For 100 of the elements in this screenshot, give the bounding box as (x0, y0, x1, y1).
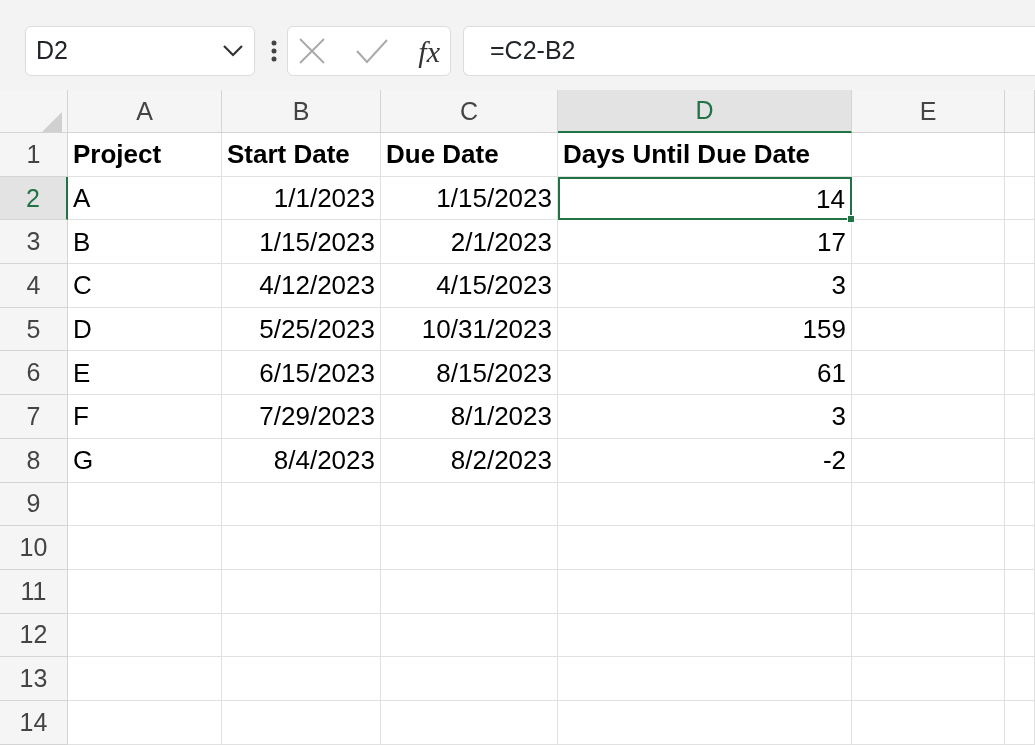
empty-cell[interactable] (381, 700, 558, 745)
empty-cell[interactable] (852, 176, 1005, 221)
empty-cell[interactable] (852, 700, 1005, 745)
empty-cell[interactable] (1005, 220, 1035, 265)
table-cell[interactable]: Due Date (381, 133, 558, 177)
table-cell[interactable]: 5/25/2023 (222, 307, 381, 352)
table-cell[interactable]: 8/2/2023 (381, 438, 558, 483)
table-cell[interactable]: 8/4/2023 (222, 438, 381, 483)
empty-cell[interactable] (1005, 307, 1035, 352)
column-header[interactable]: E (852, 90, 1005, 133)
empty-cell[interactable] (1005, 657, 1035, 701)
empty-cell[interactable] (852, 307, 1005, 352)
table-cell[interactable]: C (68, 264, 222, 308)
empty-cell[interactable] (222, 700, 381, 745)
row-header[interactable]: 1 (0, 133, 68, 177)
empty-cell[interactable] (852, 438, 1005, 483)
empty-cell[interactable] (852, 482, 1005, 527)
empty-cell[interactable] (1005, 482, 1035, 527)
row-header[interactable]: 4 (0, 264, 68, 308)
empty-cell[interactable] (852, 220, 1005, 265)
empty-cell[interactable] (222, 657, 381, 701)
table-cell[interactable]: 17 (558, 220, 852, 265)
empty-cell[interactable] (852, 613, 1005, 658)
empty-cell[interactable] (852, 657, 1005, 701)
table-cell[interactable]: 3 (558, 264, 852, 308)
cancel-icon[interactable] (298, 37, 326, 65)
table-cell[interactable]: Project (68, 133, 222, 177)
empty-cell[interactable] (852, 133, 1005, 177)
empty-cell[interactable] (381, 482, 558, 527)
empty-cell[interactable] (558, 657, 852, 701)
column-header[interactable]: C (381, 90, 558, 133)
empty-cell[interactable] (558, 482, 852, 527)
table-cell[interactable]: G (68, 438, 222, 483)
empty-cell[interactable] (222, 526, 381, 570)
empty-cell[interactable] (1005, 526, 1035, 570)
empty-cell[interactable] (852, 526, 1005, 570)
table-cell[interactable]: 2/1/2023 (381, 220, 558, 265)
name-box[interactable]: D2 (25, 26, 255, 76)
row-header[interactable]: 3 (0, 220, 68, 265)
empty-cell[interactable] (381, 613, 558, 658)
table-cell[interactable]: 61 (558, 351, 852, 396)
empty-cell[interactable] (852, 569, 1005, 614)
table-cell[interactable]: 1/1/2023 (222, 176, 381, 221)
column-header[interactable]: B (222, 90, 381, 133)
chevron-down-icon[interactable] (222, 44, 244, 58)
empty-cell[interactable] (222, 613, 381, 658)
table-cell[interactable]: 4/12/2023 (222, 264, 381, 308)
empty-cell[interactable] (222, 482, 381, 527)
table-cell[interactable]: 8/15/2023 (381, 351, 558, 396)
empty-cell[interactable] (381, 569, 558, 614)
row-header[interactable]: 5 (0, 307, 68, 352)
empty-cell[interactable] (222, 569, 381, 614)
table-cell[interactable]: F (68, 395, 222, 439)
insert-function-button[interactable]: fx (418, 28, 440, 74)
empty-cell[interactable] (1005, 264, 1035, 308)
row-header[interactable]: 6 (0, 351, 68, 396)
table-cell[interactable]: Start Date (222, 133, 381, 177)
row-header[interactable]: 14 (0, 700, 68, 745)
empty-cell[interactable] (1005, 351, 1035, 396)
row-header[interactable]: 8 (0, 438, 68, 483)
fill-handle-icon[interactable] (847, 215, 855, 224)
column-header[interactable]: D (558, 90, 852, 133)
empty-cell[interactable] (558, 613, 852, 658)
table-cell[interactable]: 14 (558, 176, 852, 221)
empty-cell[interactable] (381, 657, 558, 701)
table-cell[interactable]: 10/31/2023 (381, 307, 558, 352)
empty-cell[interactable] (558, 569, 852, 614)
column-header[interactable] (1005, 90, 1035, 133)
empty-cell[interactable] (1005, 395, 1035, 439)
empty-cell[interactable] (1005, 613, 1035, 658)
row-header[interactable]: 10 (0, 526, 68, 570)
empty-cell[interactable] (1005, 176, 1035, 221)
table-cell[interactable]: 6/15/2023 (222, 351, 381, 396)
table-cell[interactable]: 4/15/2023 (381, 264, 558, 308)
table-cell[interactable]: 1/15/2023 (222, 220, 381, 265)
row-header[interactable]: 9 (0, 482, 68, 527)
check-icon[interactable] (355, 38, 390, 64)
row-header[interactable]: 13 (0, 657, 68, 701)
row-header[interactable]: 2 (0, 176, 68, 221)
more-icon[interactable] (271, 39, 277, 63)
row-header[interactable]: 7 (0, 395, 68, 439)
formula-field[interactable]: =C2-B2 (463, 26, 1035, 76)
column-header[interactable]: A (68, 90, 222, 133)
empty-cell[interactable] (852, 264, 1005, 308)
table-cell[interactable]: D (68, 307, 222, 352)
empty-cell[interactable] (381, 526, 558, 570)
empty-cell[interactable] (558, 526, 852, 570)
table-cell[interactable]: 159 (558, 307, 852, 352)
empty-cell[interactable] (852, 395, 1005, 439)
table-cell[interactable]: 7/29/2023 (222, 395, 381, 439)
table-cell[interactable]: B (68, 220, 222, 265)
table-cell[interactable]: A (68, 176, 222, 221)
empty-cell[interactable] (1005, 569, 1035, 614)
table-cell[interactable]: 3 (558, 395, 852, 439)
empty-cell[interactable] (1005, 700, 1035, 745)
empty-cell[interactable] (1005, 438, 1035, 483)
row-header[interactable]: 11 (0, 569, 68, 614)
table-cell[interactable]: -2 (558, 438, 852, 483)
empty-cell[interactable] (852, 351, 1005, 396)
table-cell[interactable]: E (68, 351, 222, 396)
